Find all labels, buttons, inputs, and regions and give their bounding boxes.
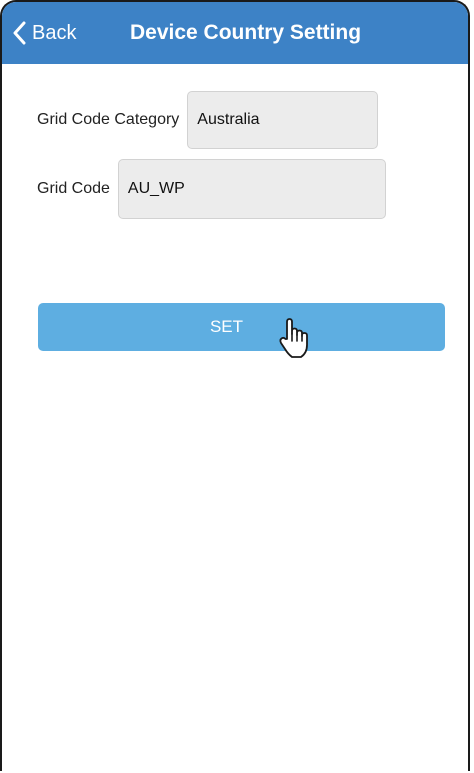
grid-code-label: Grid Code (37, 180, 110, 197)
chevron-left-icon (12, 21, 26, 45)
grid-code-category-row: Grid Code Category Australia (37, 91, 379, 149)
grid-code-category-field[interactable]: Australia (187, 91, 379, 149)
set-button-label: SET (209, 317, 244, 336)
back-button[interactable]: Back (12, 18, 76, 48)
hand-pointer-icon (278, 317, 312, 364)
grid-code-value: AU_WP (127, 180, 185, 197)
back-label: Back (32, 22, 77, 44)
set-button[interactable]: SET (38, 303, 445, 358)
device-screen: Back Device Country Setting Grid Code Ca… (0, 0, 470, 771)
grid-code-row: Grid Code AU_WP (37, 159, 386, 219)
navigation-bar: Back Device Country Setting (2, 2, 468, 64)
grid-code-category-value: Australia (197, 111, 260, 128)
grid-code-field[interactable]: AU_WP (117, 159, 386, 219)
grid-code-category-label: Grid Code Category (37, 111, 180, 128)
page-title: Device Country Setting (130, 21, 362, 44)
